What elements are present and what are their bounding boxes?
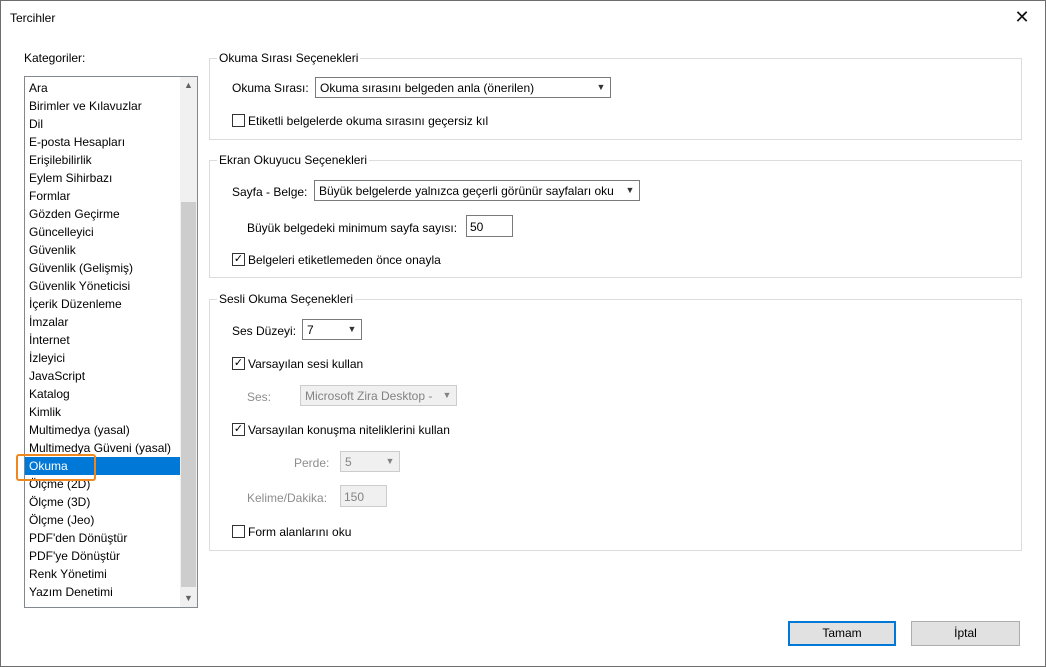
override-order-checkbox[interactable] xyxy=(232,114,245,127)
category-item[interactable]: İçerik Düzenleme xyxy=(25,295,180,313)
chevron-down-icon: ▼ xyxy=(347,324,357,334)
page-doc-select[interactable]: Büyük belgelerde yalnızca geçerli görünü… xyxy=(314,180,640,201)
category-item[interactable]: JavaScript xyxy=(25,367,180,385)
volume-value: 7 xyxy=(307,323,314,337)
category-item[interactable]: Ölçme (3D) xyxy=(25,493,180,511)
voice-value: Microsoft Zira Desktop - xyxy=(305,389,433,403)
category-item[interactable]: İmzalar xyxy=(25,313,180,331)
categories-items: Ara Birimler ve Kılavuzlar Dil E-posta Hesa… xyxy=(25,79,180,601)
category-item[interactable]: E-posta Hesapları xyxy=(25,133,180,151)
cancel-button[interactable]: İptal xyxy=(911,621,1020,646)
category-item[interactable]: Dil xyxy=(25,115,180,133)
category-item[interactable]: İnternet xyxy=(25,331,180,349)
voice-label: Ses: xyxy=(247,390,272,404)
wpm-input[interactable]: 150 xyxy=(340,485,387,507)
pitch-select[interactable]: 5 ▼ xyxy=(340,451,400,472)
pitch-label: Perde: xyxy=(294,456,330,470)
category-item[interactable]: Renk Yönetimi xyxy=(25,565,180,583)
reading-order-value: Okuma sırasını belgeden anla (önerilen) xyxy=(320,81,535,95)
default-voice-label: Varsayılan sesi kullan xyxy=(248,357,364,371)
default-speech-label: Varsayılan konuşma niteliklerini kullan xyxy=(248,423,450,437)
category-item[interactable]: Ölçme (Jeo) xyxy=(25,511,180,529)
category-item[interactable]: PDF'ye Dönüştür xyxy=(25,547,180,565)
default-speech-checkbox[interactable]: ✓ xyxy=(232,423,245,436)
volume-select[interactable]: 7 ▼ xyxy=(302,319,362,340)
wpm-value: 150 xyxy=(344,490,365,504)
selected-category-highlight xyxy=(16,454,96,481)
checkmark-icon: ✓ xyxy=(233,357,244,369)
scroll-down-icon[interactable]: ▼ xyxy=(180,590,197,607)
category-item[interactable]: Gözden Geçirme xyxy=(25,205,180,223)
reading-order-group: Okuma Sırası Seçenekleri Okuma Sırası: O… xyxy=(209,51,1022,140)
min-pages-value: 50 xyxy=(470,220,484,234)
chevron-down-icon: ▼ xyxy=(385,456,395,466)
screen-reader-group: Ekran Okuyucu Seçenekleri Sayfa - Belge:… xyxy=(209,153,1022,278)
categories-scrollbar[interactable]: ▲ ▼ xyxy=(180,77,197,607)
window-title: Tercihler xyxy=(10,11,56,25)
volume-label: Ses Düzeyi: xyxy=(232,324,297,338)
min-pages-label: Büyük belgedeki minimum sayfa sayısı: xyxy=(247,221,458,235)
reading-order-select[interactable]: Okuma sırasını belgeden anla (önerilen) … xyxy=(315,77,611,98)
chevron-down-icon: ▼ xyxy=(625,185,635,195)
wpm-label: Kelime/Dakika: xyxy=(247,491,328,505)
confirm-tagging-checkbox[interactable]: ✓ xyxy=(232,253,245,266)
category-item[interactable]: Güvenlik xyxy=(25,241,180,259)
read-aloud-group-title: Sesli Okuma Seçenekleri xyxy=(217,292,356,306)
category-item[interactable]: Ara xyxy=(25,79,180,97)
categories-label: Kategoriler: xyxy=(24,51,86,65)
preferences-dialog: Tercihler ✕ Kategoriler: Ara Birimler ve … xyxy=(0,0,1046,667)
override-order-label: Etiketli belgelerde okuma sırasını geçer… xyxy=(248,114,489,128)
default-voice-checkbox[interactable]: ✓ xyxy=(232,357,245,370)
read-form-fields-label: Form alanlarını oku xyxy=(248,525,352,539)
category-item[interactable]: Birimler ve Kılavuzlar xyxy=(25,97,180,115)
dialog-content: Kategoriler: Ara Birimler ve Kılavuzlar Di… xyxy=(1,33,1045,666)
category-item[interactable]: Katalog xyxy=(25,385,180,403)
category-item[interactable]: Yazım Denetimi xyxy=(25,583,180,601)
checkmark-icon: ✓ xyxy=(233,253,244,265)
category-item[interactable]: Kimlik xyxy=(25,403,180,421)
category-item[interactable]: Güvenlik Yöneticisi xyxy=(25,277,180,295)
title-bar: Tercihler ✕ xyxy=(1,1,1045,33)
scroll-thumb[interactable] xyxy=(181,202,196,587)
screen-reader-group-title: Ekran Okuyucu Seçenekleri xyxy=(217,153,370,167)
read-form-fields-checkbox[interactable] xyxy=(232,525,245,538)
pitch-value: 5 xyxy=(345,455,352,469)
category-item[interactable]: Eylem Sihirbazı xyxy=(25,169,180,187)
read-aloud-group: Sesli Okuma Seçenekleri Ses Düzeyi: 7 ▼ … xyxy=(209,292,1022,551)
page-doc-label: Sayfa - Belge: xyxy=(232,185,308,199)
category-item[interactable]: Formlar xyxy=(25,187,180,205)
category-item[interactable]: Erişilebilirlik xyxy=(25,151,180,169)
chevron-down-icon: ▼ xyxy=(596,82,606,92)
reading-order-label: Okuma Sırası: xyxy=(232,81,309,95)
category-item[interactable]: İzleyici xyxy=(25,349,180,367)
ok-button[interactable]: Tamam xyxy=(788,621,896,646)
scroll-up-icon[interactable]: ▲ xyxy=(180,77,197,94)
category-item[interactable]: Güvenlik (Gelişmiş) xyxy=(25,259,180,277)
reading-order-group-title: Okuma Sırası Seçenekleri xyxy=(217,51,361,65)
category-item[interactable]: Güncelleyici xyxy=(25,223,180,241)
voice-select[interactable]: Microsoft Zira Desktop - ▼ xyxy=(300,385,457,406)
category-item[interactable]: PDF'den Dönüştür xyxy=(25,529,180,547)
categories-list[interactable]: Ara Birimler ve Kılavuzlar Dil E-posta Hesa… xyxy=(24,76,198,608)
confirm-tagging-label: Belgeleri etiketlemeden önce onayla xyxy=(248,253,441,267)
min-pages-input[interactable]: 50 xyxy=(466,215,513,237)
close-icon[interactable]: ✕ xyxy=(999,1,1045,33)
checkmark-icon: ✓ xyxy=(233,423,244,435)
page-doc-value: Büyük belgelerde yalnızca geçerli görünü… xyxy=(319,184,614,198)
category-item[interactable]: Multimedya (yasal) xyxy=(25,421,180,439)
chevron-down-icon: ▼ xyxy=(442,390,452,400)
